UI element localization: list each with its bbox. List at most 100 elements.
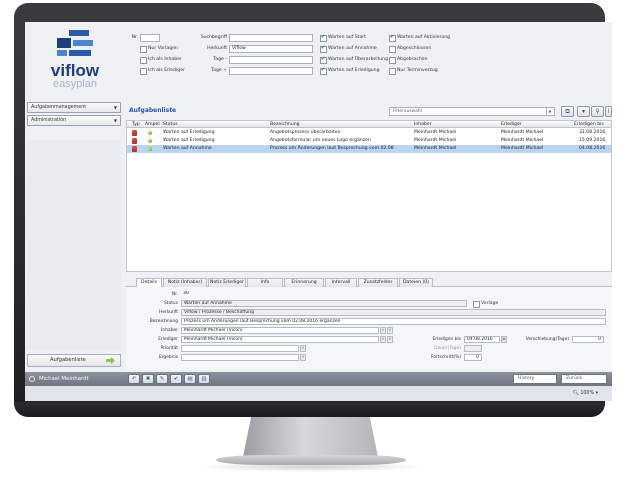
chevron-down-icon[interactable]: ▾ xyxy=(300,354,306,361)
back-select[interactable]: Zurück xyxy=(561,374,607,384)
filter-checkbox[interactable]: Warten auf Aktivierung xyxy=(389,34,450,42)
history-select[interactable]: History xyxy=(513,374,557,384)
clear-icon[interactable]: ✕ xyxy=(387,327,393,334)
fortschritt-label: Fortschritt(%) xyxy=(430,355,461,360)
filter-select[interactable]: Filterauswahl ▼ xyxy=(389,107,555,116)
filter-checkbox-label: Warten auf Start xyxy=(328,35,366,40)
tab-intervall[interactable]: Intervall xyxy=(325,278,357,287)
erledigen-bis-field[interactable]: 04.08.2016 xyxy=(464,336,500,343)
logo-word: viflow xyxy=(50,61,100,80)
inhaber-field[interactable]: Meinhardt Michael (Vicon) xyxy=(181,327,379,334)
filter-checkbox[interactable]: Warten auf Erledigung xyxy=(320,67,380,75)
status-field: Warten auf Annahme xyxy=(181,300,467,307)
traffic-light-icon xyxy=(148,139,152,143)
prioritaet-select[interactable] xyxy=(181,345,299,352)
verschiebung-field[interactable]: 0 xyxy=(572,336,604,343)
chevron-down-icon[interactable]: ▾ xyxy=(380,327,386,334)
ergebnis-label: Ergebnis xyxy=(158,355,178,360)
save-button[interactable]: ▤ xyxy=(184,374,196,384)
monitor-chin xyxy=(14,402,605,417)
column-header[interactable]: Inhaber xyxy=(414,121,432,128)
monitor-stand xyxy=(243,417,378,457)
calendar-icon[interactable]: ▦ xyxy=(501,336,507,343)
tab-notiz-erlediger[interactable]: Notiz Erlediger xyxy=(208,278,246,287)
bottom-bar: 🔍︎ 100% ▾ xyxy=(25,386,612,401)
table-row[interactable]: Warten auf Erledigung Angebotsformular um… xyxy=(127,137,611,145)
aufgabenliste-button-label: Aufgabenliste xyxy=(50,357,86,363)
column-header[interactable]: Typ xyxy=(132,121,140,128)
table-row[interactable]: Warten auf Annahme Prozess um Änderungen … xyxy=(127,145,611,153)
task-type-icon xyxy=(132,146,137,152)
filter-checkbox[interactable]: Warten auf Überarbeitung xyxy=(320,56,388,64)
filter-checkbox[interactable]: Warten auf Start xyxy=(320,34,366,42)
filter-checkbox[interactable]: Nur Terminverzug xyxy=(389,68,438,75)
tab-zusatzfelder[interactable]: Zusatzfelder xyxy=(358,278,398,287)
chevron-down-icon[interactable]: ▾ xyxy=(300,345,306,352)
nr-input[interactable] xyxy=(140,34,160,42)
tab-erinnerung[interactable]: Erinnerung xyxy=(284,278,324,287)
suchbegriff-input[interactable] xyxy=(229,34,313,42)
filter-checkbox[interactable]: Nur Vorlagen xyxy=(140,46,178,53)
search-button[interactable]: ⚲ xyxy=(591,106,604,117)
fortschritt-field[interactable]: 0 xyxy=(464,354,482,361)
table-row[interactable]: Warten auf Erledigung Angebotsprozess übe… xyxy=(127,129,611,137)
info-button[interactable]: i xyxy=(605,106,612,117)
chevron-down-icon: ▼ xyxy=(113,105,117,110)
aufgabenliste-button[interactable]: Aufgabenliste xyxy=(27,354,121,367)
status-bar: Michael Meinhardt ↶ ✖ ✎ ✔ ▤ ▥ History Zu… xyxy=(25,372,612,386)
suchbegriff-label: Suchbegriff xyxy=(200,35,227,40)
herkunft-input[interactable]: Viflow xyxy=(229,45,313,53)
filter-checkbox[interactable]: Warten auf Annahme xyxy=(320,45,377,53)
undo-icon: ↶ xyxy=(131,376,137,382)
tab-dateien[interactable]: Dateien (0) xyxy=(399,278,433,287)
column-header[interactable]: Erlediger xyxy=(501,121,522,128)
filter-menu-button[interactable]: ▾ xyxy=(577,106,590,117)
table-cell-bis: 15.09.2016 xyxy=(579,138,606,143)
tage-minus-input[interactable] xyxy=(229,56,313,64)
column-header[interactable]: Bezeichnung xyxy=(270,121,300,128)
save-close-button[interactable]: ▥ xyxy=(198,374,210,384)
nav-dropdown-administration[interactable]: Administration ▼ xyxy=(27,115,121,126)
nr-label: Nr. xyxy=(131,35,138,40)
edit-button[interactable]: ✎ xyxy=(156,374,168,384)
task-type-icon xyxy=(132,138,137,144)
chevron-down-icon: ▼ xyxy=(113,118,117,123)
save-close-icon: ▥ xyxy=(201,376,207,382)
tab-notiz-inhaber[interactable]: Notiz (Inhaber) xyxy=(163,278,207,287)
bezeichnung-field[interactable]: Prozess um Änderungen laut Besprechung v… xyxy=(181,318,606,325)
accept-button[interactable]: ✔ xyxy=(170,374,182,384)
nav-dropdown-label: Administration xyxy=(31,118,67,123)
nav-dropdown-aufgabenmanagement[interactable]: Aufgabenmanagement ▼ xyxy=(27,102,121,113)
filter-checkbox[interactable]: Ich als Inhaber xyxy=(140,57,182,64)
column-header[interactable]: Status xyxy=(163,121,178,128)
tage-plus-input[interactable] xyxy=(229,67,313,75)
power-icon[interactable] xyxy=(29,376,35,382)
traffic-light-icon xyxy=(148,147,152,151)
zoom-control[interactable]: 🔍︎ 100% ▾ xyxy=(573,389,598,398)
herkunft-field: Viflow / Prozesse / Beschaffung xyxy=(181,309,606,316)
chevron-down-icon[interactable]: ▾ xyxy=(380,336,386,343)
logo-mark-icon xyxy=(57,30,93,56)
filter-checkbox-label: Ich als Inhaber xyxy=(148,57,182,62)
clear-icon[interactable]: ✕ xyxy=(387,336,393,343)
column-header[interactable]: Ampel xyxy=(145,121,160,128)
bezeichnung-label: Bezeichnung xyxy=(149,319,178,324)
task-type-icon xyxy=(132,130,137,136)
filter-checkbox[interactable]: Ich als Erlediger xyxy=(140,68,185,75)
undo-button[interactable]: ↶ xyxy=(128,374,140,384)
save-filter-button[interactable]: ⧉ xyxy=(561,106,574,117)
erlediger-label: Erlediger xyxy=(158,337,178,342)
viflow-logo: viflow easyplan xyxy=(27,28,123,108)
filter-checkbox[interactable]: Abgebrochen xyxy=(389,57,428,64)
delete-button[interactable]: ✖ xyxy=(142,374,154,384)
filter-checkbox[interactable]: Abgeschlossen xyxy=(389,46,431,53)
ergebnis-select[interactable] xyxy=(181,354,299,361)
erlediger-field[interactable]: Meinhardt Michael (Vicon) xyxy=(181,336,379,343)
column-header[interactable]: Erledigen bis xyxy=(574,121,604,128)
filter-checkbox-label: Nur Vorlagen xyxy=(148,46,178,51)
vorlage-checkbox[interactable]: Vorlage xyxy=(473,300,498,308)
table-cell-status: Warten auf Erledigung xyxy=(163,130,215,135)
erledigen-bis-label: Erledigen bis xyxy=(432,337,461,342)
tab-info[interactable]: Info xyxy=(247,278,283,287)
table-cell-erlediger: Meinhardt Michael xyxy=(501,146,544,151)
